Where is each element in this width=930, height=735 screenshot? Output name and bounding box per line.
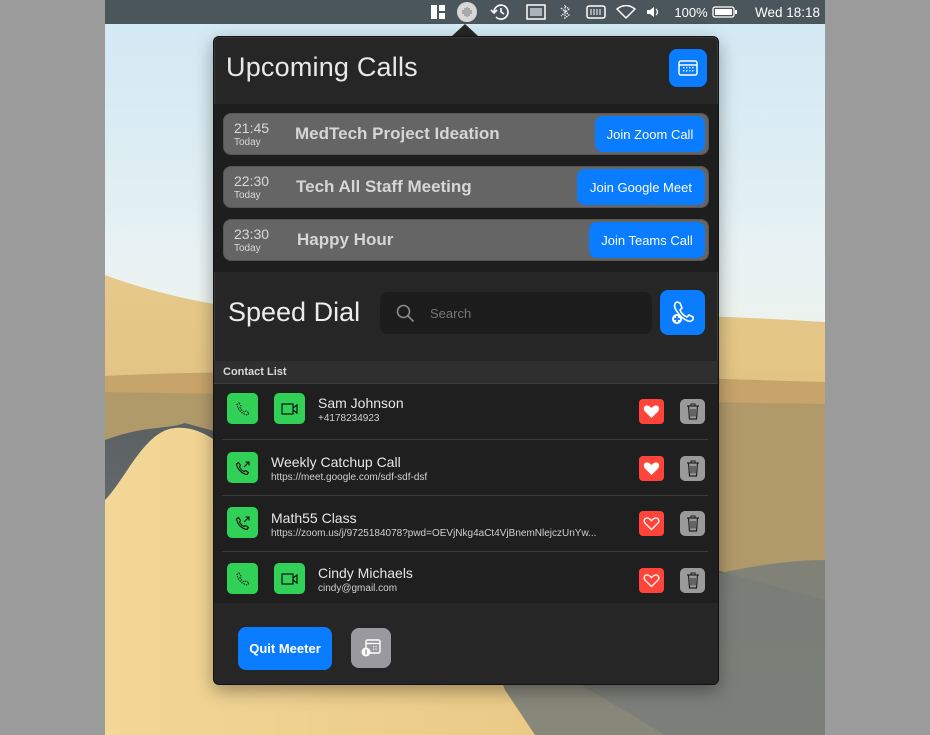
display-mirror-icon[interactable]: [525, 0, 547, 24]
video-camera-icon: [280, 402, 298, 415]
call-time: 23:30: [234, 226, 270, 242]
contact-name: Math55 Class: [271, 510, 357, 526]
call-time: 21:45: [234, 120, 270, 136]
wifi-icon[interactable]: [615, 0, 637, 24]
join-teams-call-button[interactable]: Join Teams Call: [589, 222, 705, 258]
contact-detail: https://meet.google.com/sdf-sdf-dsf: [271, 472, 428, 483]
contact-list: Sam Johnson +4178234923 Weekly Catchup C…: [214, 384, 718, 603]
upcoming-header: Upcoming Calls: [214, 37, 718, 104]
add-contact-icon: [671, 300, 694, 324]
delete-button[interactable]: [680, 511, 705, 536]
call-row: 23:30 Today Happy Hour Join Teams Call: [223, 219, 709, 261]
heart-outline-icon: [643, 574, 660, 588]
phone-call-icon: [235, 571, 250, 586]
contact-row: Weekly Catchup Call https://meet.google.…: [214, 440, 718, 496]
quit-meeter-button[interactable]: Quit Meeter: [238, 627, 332, 670]
favorite-button[interactable]: [639, 568, 664, 593]
speed-dial-title: Speed Dial: [228, 297, 361, 327]
footer: Quit Meeter: [214, 603, 718, 684]
call-day: Today: [234, 137, 261, 148]
menu-bar: 100% Wed 18:18: [105, 0, 825, 24]
phone-call-icon: [235, 401, 250, 416]
window-layout-icon[interactable]: [430, 0, 446, 24]
trash-icon: [686, 515, 699, 532]
battery-percent: 100%: [674, 4, 708, 20]
call-title: Tech All Staff Meeting: [296, 177, 472, 196]
calendar-settings-icon: [361, 639, 381, 657]
search-field[interactable]: [380, 292, 652, 334]
call-day: Today: [234, 190, 261, 201]
contact-name: Cindy Michaels: [318, 565, 413, 581]
favorite-button[interactable]: [639, 399, 664, 424]
contact-detail: https://zoom.us/j/9725184078?pwd=OEVjNkg…: [271, 528, 597, 539]
contact-name: Weekly Catchup Call: [271, 454, 401, 470]
call-day: Today: [234, 243, 261, 254]
open-link-call-button[interactable]: [227, 452, 258, 483]
delete-button[interactable]: [680, 399, 705, 424]
trash-icon: [686, 460, 699, 477]
contact-row: Math55 Class https://zoom.us/j/972518407…: [214, 496, 718, 552]
upcoming-calls-list: 21:45 Today MedTech Project Ideation Joi…: [214, 104, 718, 272]
search-icon: [396, 304, 415, 323]
memory-icon[interactable]: [585, 0, 607, 24]
join-google-meet-button[interactable]: Join Google Meet: [577, 169, 705, 205]
open-calendar-button[interactable]: [669, 49, 707, 87]
delete-button[interactable]: [680, 456, 705, 481]
contact-row: Sam Johnson +4178234923: [214, 384, 718, 440]
call-row: 21:45 Today MedTech Project Ideation Joi…: [223, 113, 709, 155]
time-machine-icon[interactable]: [488, 0, 510, 24]
video-call-button[interactable]: [274, 563, 305, 594]
video-camera-icon: [280, 572, 298, 585]
call-row: 22:30 Today Tech All Staff Meeting Join …: [223, 166, 709, 208]
call-title: MedTech Project Ideation: [295, 124, 500, 143]
favorite-button[interactable]: [639, 511, 664, 536]
call-phone-button[interactable]: [227, 563, 258, 594]
delete-button[interactable]: [680, 568, 705, 593]
contact-list-header: Contact List: [214, 361, 718, 384]
volume-icon[interactable]: [645, 0, 661, 24]
call-title: Happy Hour: [297, 230, 394, 249]
trash-icon: [686, 572, 699, 589]
contact-name: Sam Johnson: [318, 395, 404, 411]
search-input[interactable]: [430, 292, 640, 334]
video-call-button[interactable]: [274, 393, 305, 424]
meeter-popover: Upcoming Calls 21:45 Today MedTech Proje…: [213, 36, 719, 685]
favorite-button[interactable]: [639, 456, 664, 481]
call-time: 22:30: [234, 173, 270, 189]
contact-detail: cindy@gmail.com: [318, 583, 398, 594]
heart-outline-icon: [643, 517, 660, 531]
contact-list-label: Contact List: [223, 366, 287, 378]
meeter-waveform-icon[interactable]: [456, 0, 478, 24]
call-phone-button[interactable]: [227, 393, 258, 424]
heart-filled-icon: [643, 405, 660, 418]
calendar-settings-button[interactable]: [351, 628, 391, 668]
calendar-icon: [678, 60, 698, 76]
phone-outgoing-icon: [235, 460, 250, 475]
bluetooth-icon[interactable]: [557, 0, 573, 24]
heart-filled-icon: [643, 462, 660, 475]
upcoming-calls-title: Upcoming Calls: [226, 52, 418, 82]
trash-icon: [686, 403, 699, 420]
contact-detail: +4178234923: [318, 413, 380, 424]
add-contact-button[interactable]: [660, 290, 705, 335]
join-zoom-call-button[interactable]: Join Zoom Call: [595, 116, 705, 152]
popover-arrow: [452, 24, 478, 36]
contact-row: Cindy Michaels cindy@gmail.com: [214, 552, 718, 603]
clock[interactable]: Wed 18:18: [750, 0, 825, 24]
battery-icon[interactable]: [710, 0, 740, 24]
phone-outgoing-icon: [235, 515, 250, 530]
open-link-call-button[interactable]: [227, 507, 258, 538]
